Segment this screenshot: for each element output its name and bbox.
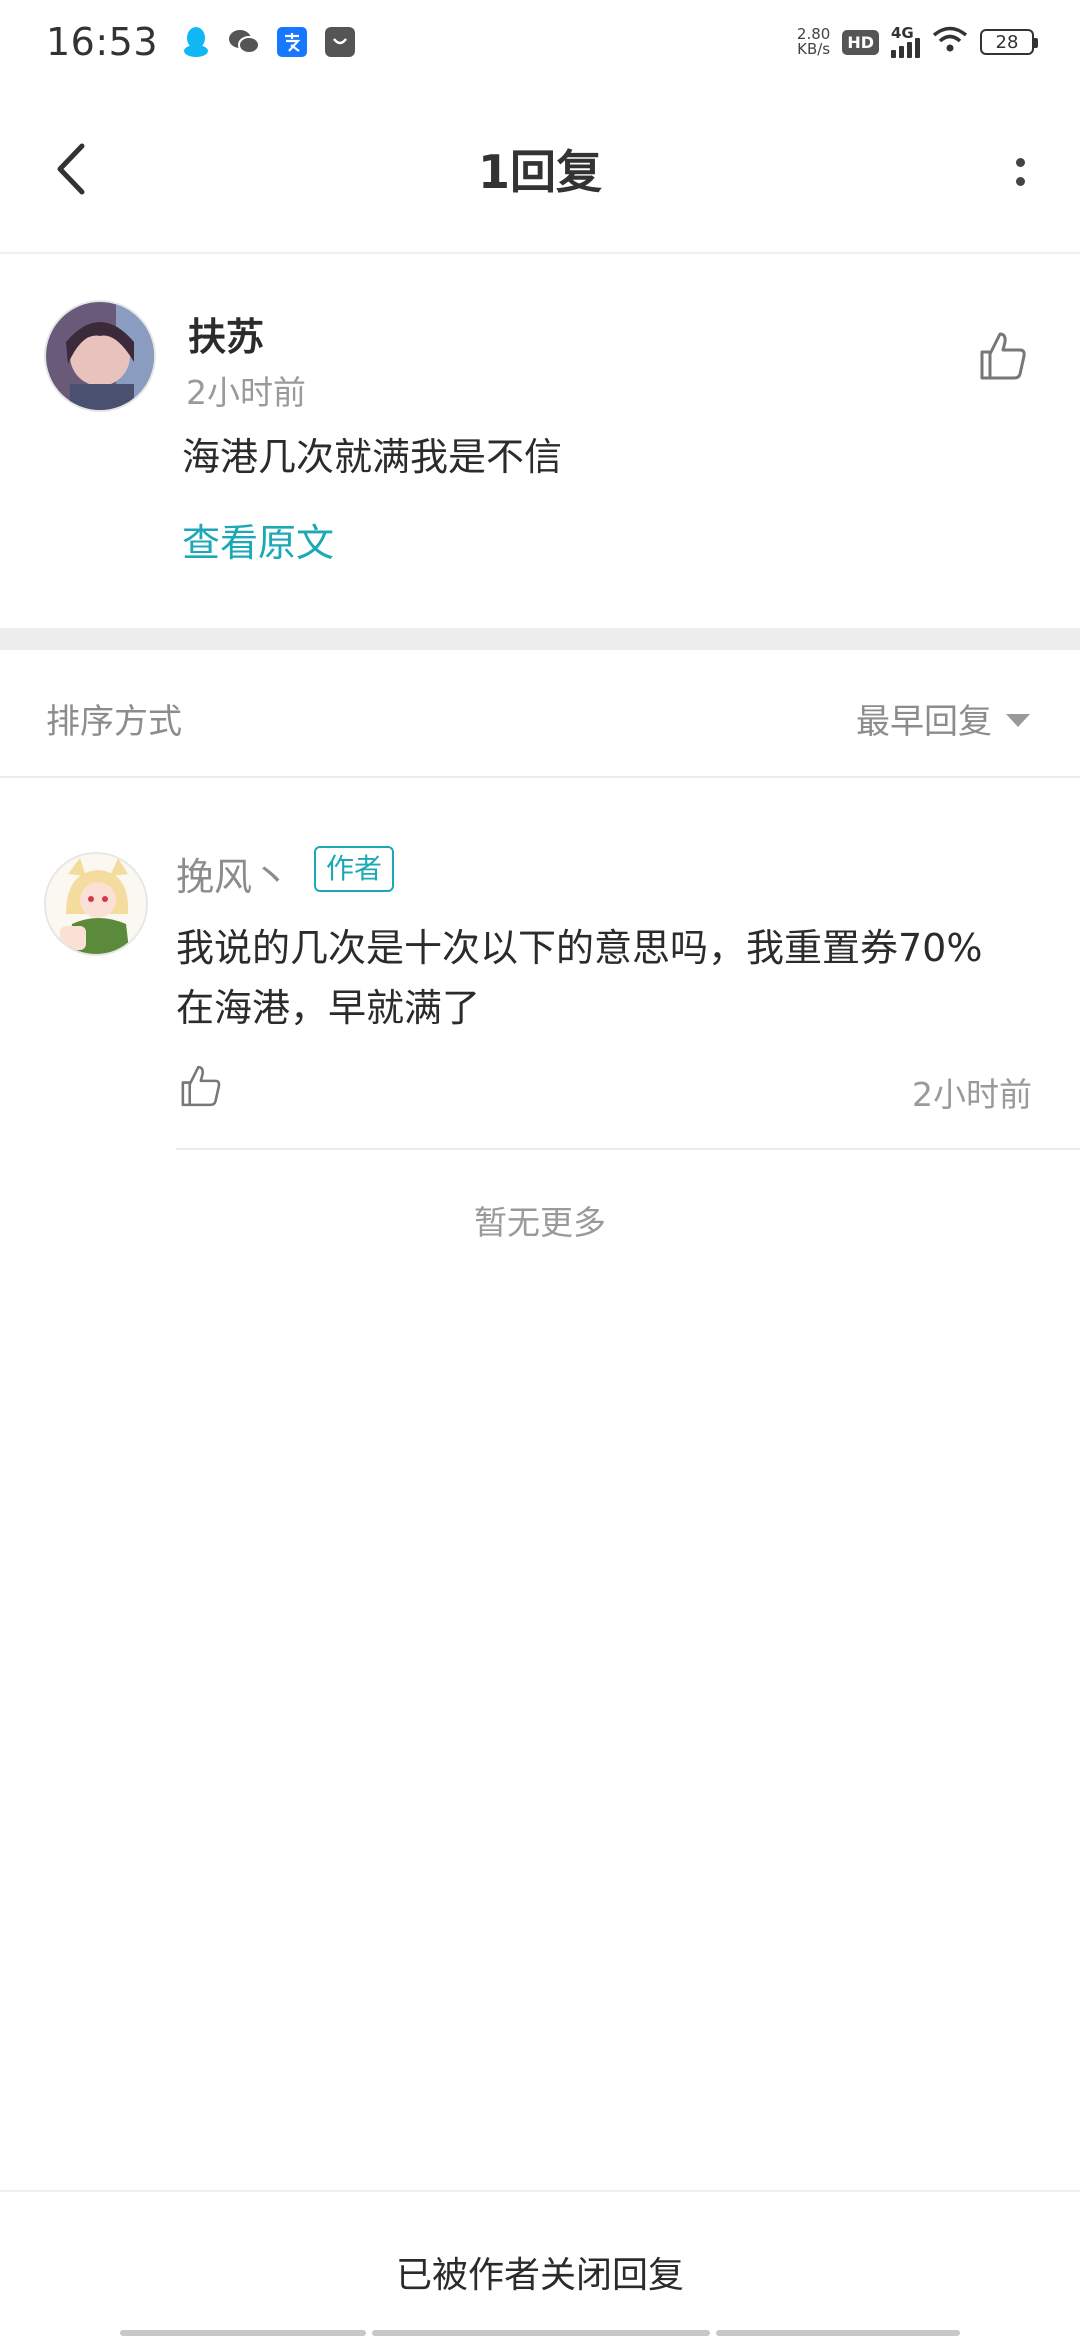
network-speed-unit: KB/s [797,40,831,58]
wifi-icon [932,26,968,58]
bottom-bar: 已被作者关闭回复 [0,2190,1080,2340]
avatar[interactable] [44,300,156,412]
like-button[interactable] [176,1062,224,1110]
more-dot-icon [1015,177,1025,186]
battery-icon: 28 [980,29,1038,55]
sort-row: 排序方式 最早回复 [0,650,1080,778]
reply-item: 挽风丶 作者 我说的几次是十次以下的意思吗，我重置券70%在海港，早就满了 2小… [0,780,1080,1150]
author-badge: 作者 [314,846,395,892]
network-speed: 2.80 KB/s [797,27,830,57]
section-divider [0,628,1080,650]
comment-time: 2小时前 [186,373,306,412]
page-title: 1回复 [477,145,602,199]
comment-text: 海港几次就满我是不信 [182,435,563,479]
sort-label: 排序方式 [46,702,182,742]
navigation-hint [716,2330,960,2336]
sort-dropdown[interactable]: 最早回复 [856,694,1030,743]
status-time: 16:53 [46,20,159,64]
thumbs-up-icon [980,332,1026,380]
more-options-button[interactable] [1000,142,1040,202]
dropdown-arrow-icon [1006,714,1030,727]
qq-icon [180,26,212,58]
reply-detail-page: 16:53 2.80 KB/s HD 4G 28 1回复 扶苏 2小时前 海港几… [0,0,1080,2340]
thumbs-up-icon [181,1065,221,1107]
status-app-icons [180,26,356,58]
title-bar: 1回复 [0,84,1080,254]
sort-value: 最早回复 [856,702,992,742]
network-type: 4G [891,24,914,42]
reply-user-name[interactable]: 挽风丶 [176,846,290,901]
replies-closed-message: 已被作者关闭回复 [395,2255,684,2296]
alipay-icon [276,26,308,58]
divider [176,1148,1080,1150]
like-button[interactable] [974,328,1030,384]
navigation-hint [372,2330,710,2336]
view-original-link[interactable]: 查看原文 [182,512,334,567]
navigation-hint [120,2330,366,2336]
status-indicators: 2.80 KB/s HD 4G 28 [797,24,1038,58]
more-dot-icon [1015,158,1025,167]
store-icon [324,26,356,58]
avatar[interactable] [44,852,148,956]
reply-time: 2小时前 [912,1075,1032,1114]
hd-badge: HD [842,29,879,55]
wechat-icon [228,26,261,58]
original-comment: 扶苏 2小时前 海港几次就满我是不信 查看原文 [0,256,1080,628]
no-more-label: 暂无更多 [474,1203,606,1242]
reply-text: 我说的几次是十次以下的意思吗，我重置券70%在海港，早就满了 [176,926,983,1030]
comment-user-name[interactable]: 扶苏 [188,306,264,361]
status-bar: 16:53 2.80 KB/s HD 4G 28 [0,0,1080,84]
cell-signal-icon: 4G [891,24,920,58]
